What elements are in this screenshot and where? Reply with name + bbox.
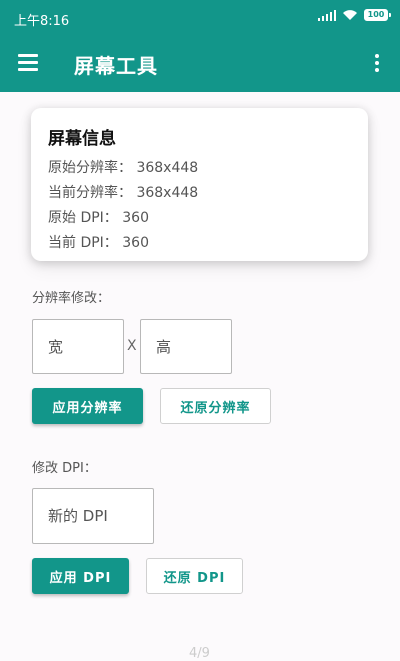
screen-info-title: 屏幕信息 <box>48 129 116 149</box>
wifi-icon <box>342 9 358 21</box>
dpi-section-label: 修改 DPI： <box>32 461 97 476</box>
original-dpi: 原始 DPI： 360 <box>48 210 149 226</box>
apply-resolution-button[interactable]: 应用分辨率 <box>32 388 143 424</box>
page-indicator: 4/9 <box>189 646 210 661</box>
hamburger-menu-icon[interactable] <box>18 54 38 71</box>
restore-resolution-button[interactable]: 还原分辨率 <box>160 388 271 424</box>
screen-info-card: 屏幕信息 原始分辨率： 368x448 当前分辨率： 368x448 原始 DP… <box>31 108 368 261</box>
current-resolution: 当前分辨率： 368x448 <box>48 185 199 201</box>
current-dpi: 当前 DPI： 360 <box>48 235 149 251</box>
battery-icon: 100 <box>364 9 391 21</box>
page-title: 屏幕工具 <box>74 54 158 78</box>
status-bar: 上午8:16 100 <box>0 0 400 35</box>
resolution-separator: X <box>127 338 137 354</box>
dpi-input[interactable] <box>32 488 154 544</box>
app-bar: 上午8:16 100 屏幕工具 <box>0 0 400 92</box>
status-icons: 100 <box>318 9 391 21</box>
restore-dpi-button[interactable]: 还原 DPI <box>146 558 243 594</box>
status-time: 上午8:16 <box>14 14 70 29</box>
width-input[interactable] <box>32 319 124 374</box>
height-input[interactable] <box>140 319 232 374</box>
resolution-section-label: 分辨率修改： <box>32 291 111 306</box>
original-resolution: 原始分辨率： 368x448 <box>48 160 199 176</box>
signal-icon <box>318 9 336 21</box>
more-options-icon[interactable] <box>372 54 382 74</box>
apply-dpi-button[interactable]: 应用 DPI <box>32 558 129 594</box>
